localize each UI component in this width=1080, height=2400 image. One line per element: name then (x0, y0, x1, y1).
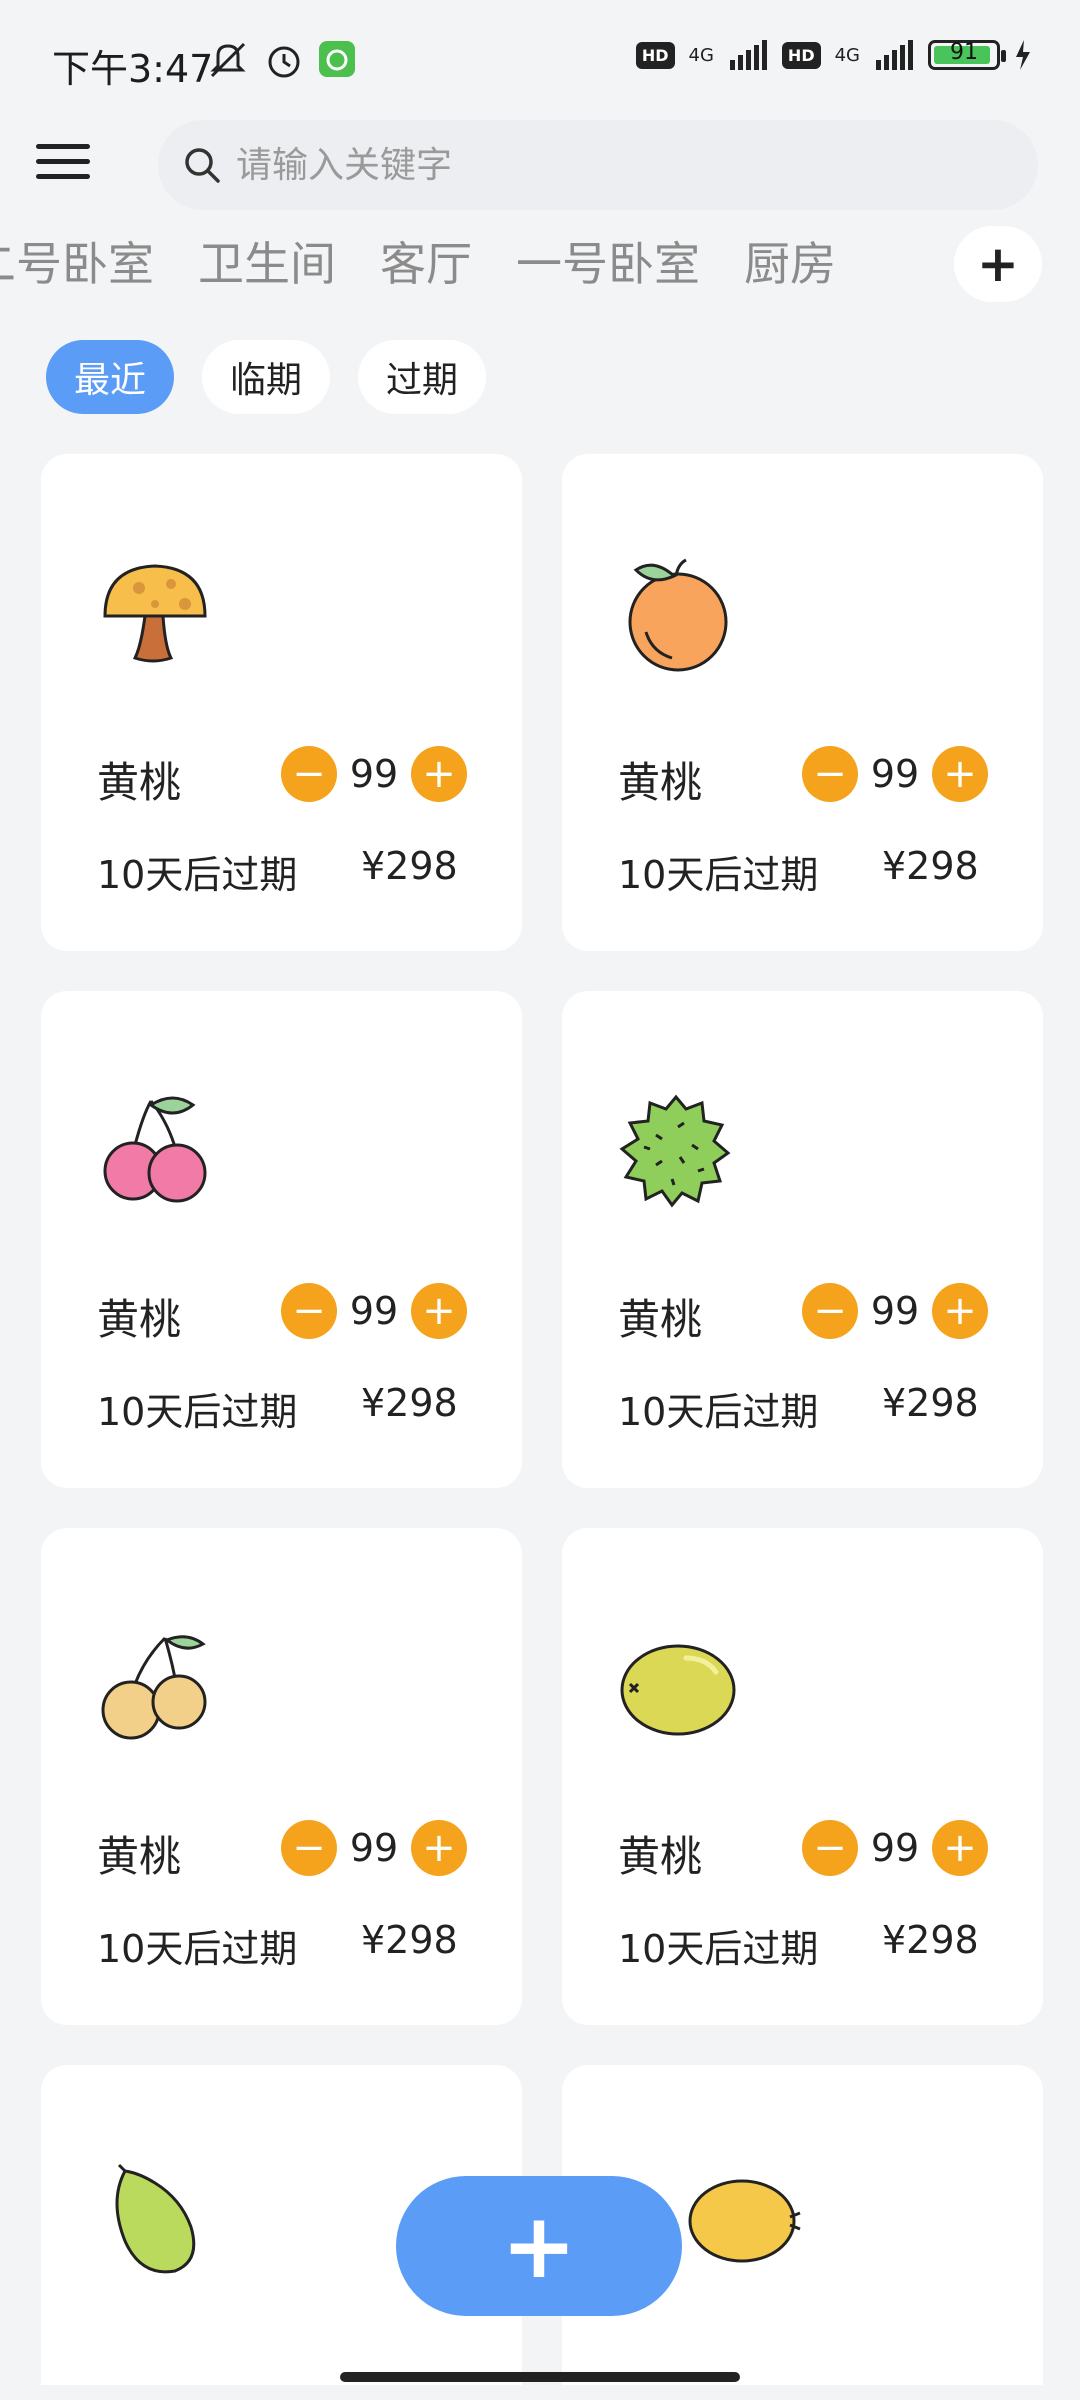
quantity-value: 99 (349, 1826, 399, 1870)
decrease-button[interactable]: − (802, 1820, 858, 1876)
increase-button[interactable]: + (932, 746, 988, 802)
increase-button[interactable]: + (932, 1283, 988, 1339)
price-text: ¥298 (882, 1918, 979, 1962)
tab-bathroom[interactable]: 卫生间 (198, 228, 336, 294)
mute-icon (210, 42, 246, 78)
quantity-stepper: − 99 + (802, 1283, 988, 1339)
battery-icon: 91 (928, 40, 1006, 70)
increase-button[interactable]: + (411, 1820, 467, 1876)
item-card[interactable]: 黄桃 − 99 + 10天后过期 ¥298 (562, 991, 1043, 1488)
quantity-stepper: − 99 + (802, 746, 988, 802)
network-type-2: 4G (834, 44, 860, 66)
expiry-text: 10天后过期 (97, 1390, 298, 1434)
home-indicator[interactable] (340, 2372, 740, 2382)
search-bar[interactable] (158, 120, 1038, 210)
battery-level: 91 (950, 40, 978, 65)
price-text: ¥298 (882, 844, 979, 888)
menu-icon[interactable] (36, 142, 92, 182)
signal-icon-2 (876, 40, 913, 70)
item-name: 黄桃 (618, 758, 703, 807)
room-tabs: 二号卧室 卫生间 客厅 一号卧室 厨房 (0, 228, 940, 298)
cherry-icon (103, 1096, 207, 1203)
orange-icon (628, 558, 728, 672)
quantity-stepper: − 99 + (281, 1820, 467, 1876)
expiry-text: 10天后过期 (97, 853, 298, 897)
item-name: 黄桃 (618, 1832, 703, 1881)
papaya-icon (115, 2163, 196, 2274)
filter-expiring[interactable]: 临期 (202, 340, 331, 414)
durian-icon (619, 1094, 731, 1208)
decrease-button[interactable]: − (281, 1820, 337, 1876)
status-right: HD 4G HD 4G 91 (635, 40, 1032, 70)
tab-kitchen[interactable]: 厨房 (744, 228, 836, 294)
filter-recent[interactable]: 最近 (46, 340, 175, 414)
expiry-text: 10天后过期 (97, 1927, 298, 1971)
alarm-icon (268, 46, 300, 78)
add-room-button[interactable]: + (954, 226, 1042, 302)
item-name: 黄桃 (618, 1295, 703, 1344)
quantity-stepper: − 99 + (281, 1283, 467, 1339)
item-card[interactable]: 黄桃 − 99 + 10天后过期 ¥298 (41, 1528, 522, 2025)
status-time: 下午3:47 (52, 47, 214, 91)
tab-living-room[interactable]: 客厅 (380, 228, 472, 294)
decrease-button[interactable]: − (281, 1283, 337, 1339)
add-item-button[interactable]: + (396, 2176, 682, 2316)
item-card[interactable]: 黄桃 − 99 + 10天后过期 ¥298 (41, 991, 522, 1488)
mushroom-icon (103, 564, 207, 663)
item-grid: 黄桃 − 99 + 10天后过期 ¥298 黄桃 − 99 + 10天后过期 ¥… (41, 454, 1043, 2385)
tab-room-2[interactable]: 二号卧室 (0, 228, 154, 294)
expiry-text: 10天后过期 (618, 1927, 819, 1971)
charging-icon (1016, 40, 1030, 70)
network-type: 4G (688, 44, 714, 66)
item-name: 黄桃 (97, 1295, 182, 1344)
expiry-text: 10天后过期 (618, 1390, 819, 1434)
filter-chips: 最近 临期 过期 (46, 340, 487, 414)
expiry-text: 10天后过期 (618, 853, 819, 897)
quantity-value: 99 (349, 752, 399, 796)
signal-icon (729, 40, 767, 70)
lime-icon (620, 1644, 736, 1736)
pear-icon (101, 1635, 207, 1740)
increase-button[interactable]: + (932, 1820, 988, 1876)
filter-expired[interactable]: 过期 (358, 340, 487, 414)
quantity-value: 99 (870, 752, 920, 796)
decrease-button[interactable]: − (802, 1283, 858, 1339)
item-name: 黄桃 (97, 758, 182, 807)
hd-badge: HD (635, 41, 675, 69)
tab-room-1[interactable]: 一号卧室 (516, 228, 700, 294)
app-notification-icon (319, 41, 355, 77)
hd-badge-2: HD (781, 41, 821, 69)
search-icon (185, 148, 220, 183)
item-card[interactable]: 黄桃 − 99 + 10天后过期 ¥298 (562, 454, 1043, 951)
quantity-value: 99 (870, 1826, 920, 1870)
item-name: 黄桃 (97, 1832, 182, 1881)
price-text: ¥298 (361, 1381, 458, 1425)
quantity-stepper: − 99 + (802, 1820, 988, 1876)
decrease-button[interactable]: − (281, 746, 337, 802)
item-card[interactable]: 黄桃 − 99 + 10天后过期 ¥298 (41, 454, 522, 951)
price-text: ¥298 (361, 844, 458, 888)
price-text: ¥298 (882, 1381, 979, 1425)
price-text: ¥298 (361, 1918, 458, 1962)
lemon-icon (688, 2179, 801, 2263)
quantity-value: 99 (349, 1289, 399, 1333)
increase-button[interactable]: + (411, 746, 467, 802)
increase-button[interactable]: + (411, 1283, 467, 1339)
quantity-value: 99 (870, 1289, 920, 1333)
search-input[interactable] (236, 144, 996, 186)
quantity-stepper: − 99 + (281, 746, 467, 802)
decrease-button[interactable]: − (802, 746, 858, 802)
status-bar: 下午3:47 HD 4G HD 4G 91 (0, 0, 1080, 126)
item-card[interactable]: 黄桃 − 99 + 10天后过期 ¥298 (562, 1528, 1043, 2025)
